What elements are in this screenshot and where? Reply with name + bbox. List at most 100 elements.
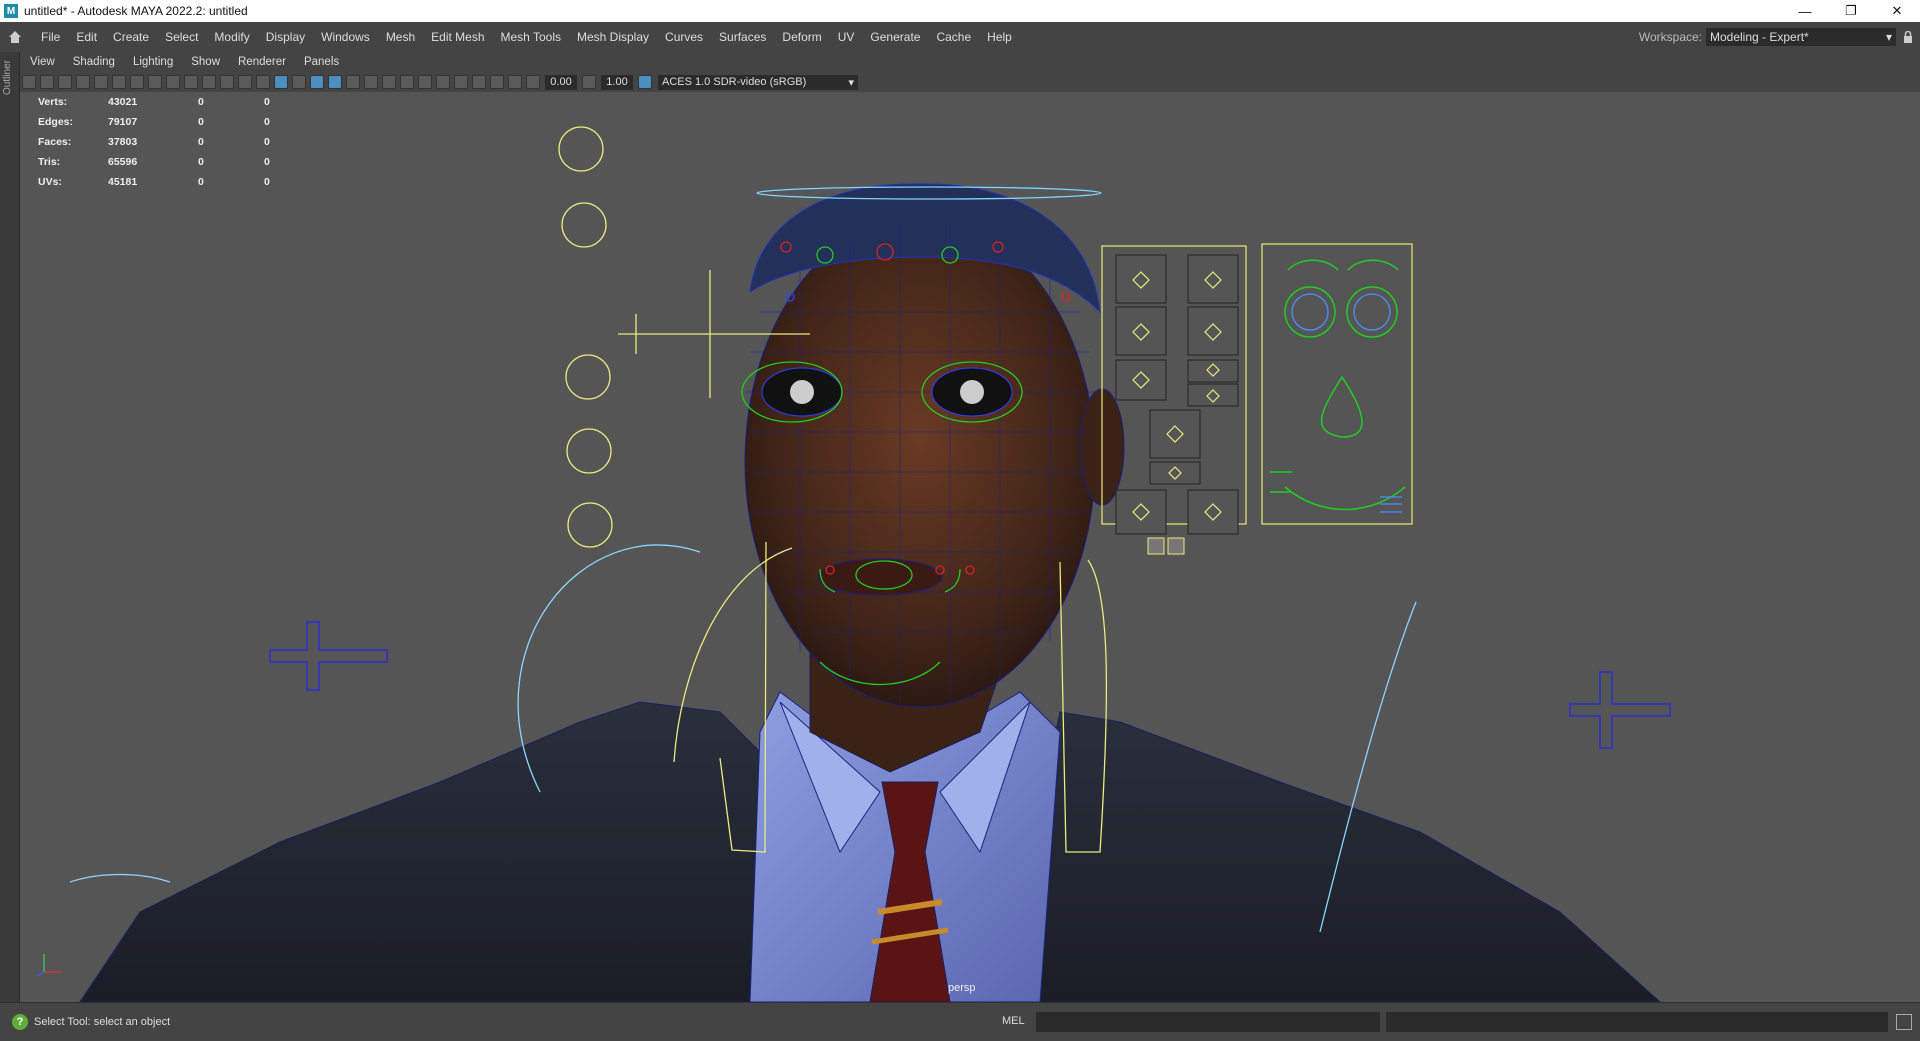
motion-blur-icon[interactable] [400, 75, 414, 89]
menu-edit[interactable]: Edit [68, 22, 105, 52]
hud-row: Edges: 79107 0 0 [38, 112, 270, 132]
isolate-select-icon[interactable] [454, 75, 468, 89]
field-chart-icon[interactable] [202, 75, 216, 89]
hud-label: Edges: [38, 116, 74, 128]
menu-edit-mesh[interactable]: Edit Mesh [423, 22, 492, 52]
panel-toolbar: 0.00 1.00 ACES 1.0 SDR-video (sRGB) ▾ [20, 72, 1920, 92]
xray-active-components-icon[interactable] [490, 75, 504, 89]
hud-value-component: 0 [264, 96, 270, 108]
color-management-icon[interactable] [638, 75, 652, 89]
menu-surfaces[interactable]: Surfaces [711, 22, 774, 52]
chevron-down-icon: ▾ [1885, 30, 1892, 44]
textured-icon[interactable] [328, 75, 342, 89]
hud-value: 65596 [108, 156, 138, 168]
default-material-icon[interactable] [292, 75, 306, 89]
grid-icon[interactable] [130, 75, 144, 89]
safe-action-icon[interactable] [220, 75, 234, 89]
menu-file[interactable]: File [33, 22, 68, 52]
menu-create[interactable]: Create [105, 22, 157, 52]
safe-title-icon[interactable] [238, 75, 252, 89]
gate-mask-icon[interactable] [184, 75, 198, 89]
hud-value-component: 0 [264, 176, 270, 188]
restore-button[interactable]: ❐ [1828, 0, 1874, 22]
exposure-field[interactable]: 0.00 [545, 74, 577, 90]
menu-curves[interactable]: Curves [657, 22, 711, 52]
gamma-field[interactable]: 1.00 [601, 74, 633, 90]
camera-attributes-icon[interactable] [40, 75, 54, 89]
depth-of-field-icon[interactable] [436, 75, 450, 89]
color-space-value: ACES 1.0 SDR-video (sRGB) [662, 76, 807, 88]
panel-menu-shading[interactable]: Shading [63, 56, 123, 68]
menu-mesh[interactable]: Mesh [378, 22, 423, 52]
chevron-down-icon: ▾ [848, 76, 854, 89]
color-space-dropdown[interactable]: ACES 1.0 SDR-video (sRGB) ▾ [658, 74, 858, 90]
hud-row: Faces: 37803 0 0 [38, 132, 270, 152]
hud-value-component: 0 [264, 116, 270, 128]
menu-select[interactable]: Select [157, 22, 206, 52]
command-result-field [1386, 1012, 1888, 1032]
anti-aliasing-icon[interactable] [418, 75, 432, 89]
main-menu-bar: File Edit Create Select Modify Display W… [0, 22, 1920, 52]
bookmark-icon[interactable] [58, 75, 72, 89]
panel-menu-renderer[interactable]: Renderer [228, 56, 294, 68]
menu-display[interactable]: Display [258, 22, 313, 52]
window-title: untitled* - Autodesk MAYA 2022.2: untitl… [24, 4, 248, 18]
shadows-icon[interactable] [364, 75, 378, 89]
mel-toggle[interactable]: MEL [1002, 1015, 1025, 1027]
panel-menu-show[interactable]: Show [181, 56, 228, 68]
xray-icon[interactable] [472, 75, 486, 89]
panel-menu-lighting[interactable]: Lighting [123, 56, 181, 68]
hud-value: 45181 [108, 176, 138, 188]
hud-value: 37803 [108, 136, 138, 148]
image-plane-icon[interactable] [76, 75, 90, 89]
lock-icon[interactable] [1896, 31, 1920, 43]
hud-value-component: 0 [264, 136, 270, 148]
3d-viewport[interactable]: Verts: 43021 0 0 Edges: 79107 0 0 Faces:… [20, 92, 1920, 1002]
screen-space-ao-icon[interactable] [382, 75, 396, 89]
menu-mesh-tools[interactable]: Mesh Tools [493, 22, 569, 52]
exposure-icon[interactable] [526, 75, 540, 89]
grease-pencil-icon[interactable] [112, 75, 126, 89]
hud-value-selected: 0 [198, 136, 204, 148]
workspace-dropdown[interactable]: Modeling - Expert* ▾ [1706, 28, 1896, 46]
maya-logo-icon: M [4, 4, 18, 18]
hud-label: Faces: [38, 136, 72, 148]
panel-menu-bar: View Shading Lighting Show Renderer Pane… [20, 52, 1920, 72]
use-all-lights-icon[interactable] [346, 75, 360, 89]
close-button[interactable]: ✕ [1874, 0, 1920, 22]
command-line-input[interactable] [1036, 1012, 1380, 1032]
menu-uv[interactable]: UV [830, 22, 863, 52]
hud-value-selected: 0 [198, 156, 204, 168]
wireframe-on-shaded-icon[interactable] [310, 75, 324, 89]
hud-value-selected: 0 [198, 96, 204, 108]
title-bar: M untitled* - Autodesk MAYA 2022.2: unti… [0, 0, 1920, 22]
camera-select-icon[interactable] [22, 75, 36, 89]
panel-menu-panels[interactable]: Panels [294, 56, 347, 68]
workspace-value: Modeling - Expert* [1710, 30, 1809, 44]
film-gate-icon[interactable] [148, 75, 162, 89]
minimize-button[interactable]: — [1782, 0, 1828, 22]
menu-windows[interactable]: Windows [313, 22, 378, 52]
gamma-icon[interactable] [582, 75, 596, 89]
smooth-shade-icon[interactable] [274, 75, 288, 89]
outliner-strip[interactable]: Outliner [0, 52, 20, 1002]
menu-help[interactable]: Help [979, 22, 1020, 52]
xray-joints-icon[interactable] [508, 75, 522, 89]
home-icon[interactable] [5, 27, 25, 47]
panel-menu-view[interactable]: View [20, 56, 63, 68]
2d-pan-zoom-icon[interactable] [94, 75, 108, 89]
menu-deform[interactable]: Deform [774, 22, 829, 52]
outliner-tab[interactable]: Outliner [2, 60, 13, 95]
menu-generate[interactable]: Generate [862, 22, 928, 52]
menu-modify[interactable]: Modify [206, 22, 257, 52]
resolution-gate-icon[interactable] [166, 75, 180, 89]
wireframe-icon[interactable] [256, 75, 270, 89]
hud-row: UVs: 45181 0 0 [38, 172, 270, 192]
hud-label: Verts: [38, 96, 68, 108]
menu-mesh-display[interactable]: Mesh Display [569, 22, 657, 52]
status-bar: ? Select Tool: select an object MEL [0, 1002, 1920, 1041]
hud-label: Tris: [38, 156, 61, 168]
script-editor-icon[interactable] [1896, 1014, 1912, 1030]
menu-cache[interactable]: Cache [928, 22, 979, 52]
viewport-scene[interactable] [20, 92, 1920, 1002]
